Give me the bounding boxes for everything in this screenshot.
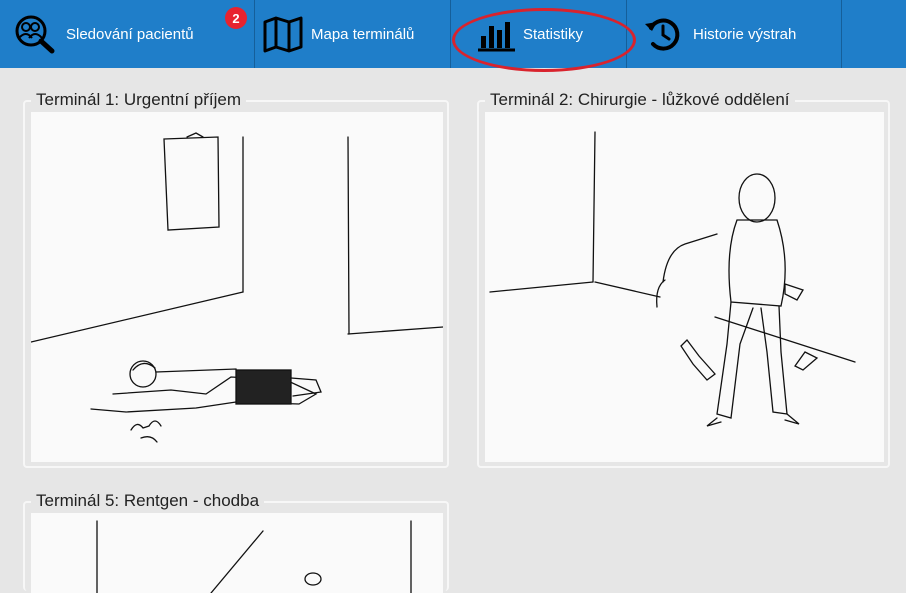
top-toolbar: Sledování pacientů 2 Mapa terminálů Stat… [0,0,906,68]
tab-terminal-map[interactable]: Mapa terminálů [255,0,451,68]
terminal-title-1: Terminál 1: Urgentní příjem [31,90,247,110]
tab-terminal-map-label: Mapa terminálů [311,25,415,43]
terminal-title-5: Terminál 5: Rentgen - chodba [31,491,265,511]
tab-patient-tracking-label: Sledování pacientů [66,25,194,43]
notification-badge: 2 [225,7,247,29]
tab-statistics-label: Statistiky [523,25,584,43]
terminal-panel-5[interactable]: Terminál 5: Rentgen - chodba [23,491,449,593]
sketch-fallen-person [31,132,443,443]
terminal-panel-2[interactable]: Terminál 2: Chirurgie - lůžkové oddělení [477,90,890,468]
tab-patient-tracking[interactable]: Sledování pacientů 2 [0,0,255,68]
map-icon [261,14,305,54]
tab-alert-history-label: Historie výstrah [693,25,797,43]
terminal-title-2: Terminál 2: Chirurgie - lůžkové oddělení [485,90,795,110]
sketch-standing-person [489,131,856,427]
camera-feed-1[interactable] [31,112,443,462]
history-icon [641,14,685,54]
camera-feed-2[interactable] [485,112,884,462]
sketch-corridor [96,520,412,593]
terminal-panel-1[interactable]: Terminál 1: Urgentní příjem [23,90,449,468]
patient-search-icon [14,14,58,54]
tab-statistics[interactable]: Statistiky [451,0,627,68]
camera-feed-5[interactable] [31,513,443,593]
bar-chart-icon [475,14,519,54]
tab-alert-history[interactable]: Historie výstrah [627,0,842,68]
